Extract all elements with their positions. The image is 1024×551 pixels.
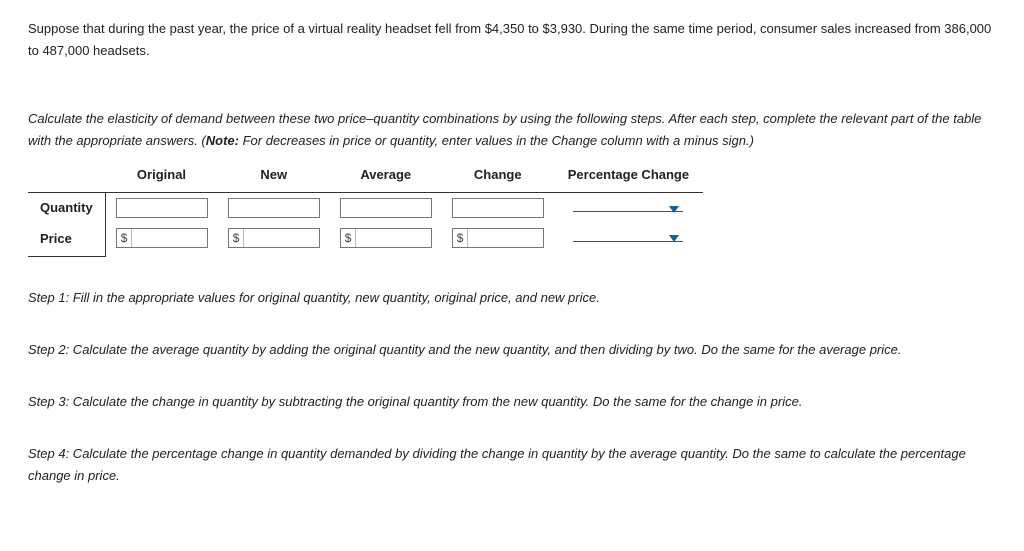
table-header-pct: Percentage Change [554, 160, 703, 193]
table-row-quantity: Quantity [28, 193, 703, 224]
chevron-down-icon [669, 235, 679, 242]
table-header-average: Average [330, 160, 442, 193]
table-header-new: New [218, 160, 330, 193]
quantity-new-input[interactable] [228, 198, 320, 218]
step-1: Step 1: Fill in the appropriate values f… [28, 287, 996, 309]
quantity-pct-dropdown[interactable] [573, 209, 683, 212]
table-header-change: Change [442, 160, 554, 193]
chevron-down-icon [669, 206, 679, 213]
quantity-change-input[interactable] [452, 198, 544, 218]
dollar-prefix: $ [229, 229, 245, 247]
instruction-text-2: For decreases in price or quantity, ente… [239, 133, 754, 148]
dollar-prefix: $ [341, 229, 357, 247]
quantity-average-input[interactable] [340, 198, 432, 218]
note-label: Note: [206, 133, 239, 148]
table-header-blank [28, 160, 105, 193]
dollar-prefix: $ [117, 229, 133, 247]
elasticity-table: Original New Average Change Percentage C… [28, 160, 703, 256]
rowlabel-price: Price [28, 224, 105, 257]
table-header-original: Original [105, 160, 218, 193]
price-change-input[interactable]: $ [452, 228, 544, 248]
dollar-prefix: $ [453, 229, 469, 247]
instruction-paragraph: Calculate the elasticity of demand betwe… [28, 108, 996, 152]
quantity-original-input[interactable] [116, 198, 208, 218]
intro-paragraph: Suppose that during the past year, the p… [28, 18, 996, 62]
step-2: Step 2: Calculate the average quantity b… [28, 339, 996, 361]
table-row-price: Price $ $ $ $ [28, 224, 703, 257]
price-pct-dropdown[interactable] [573, 239, 683, 242]
price-average-input[interactable]: $ [340, 228, 432, 248]
rowlabel-quantity: Quantity [28, 193, 105, 224]
price-new-input[interactable]: $ [228, 228, 320, 248]
step-4: Step 4: Calculate the percentage change … [28, 443, 996, 487]
step-3: Step 3: Calculate the change in quantity… [28, 391, 996, 413]
price-original-input[interactable]: $ [116, 228, 208, 248]
intro-text: Suppose that during the past year, the p… [28, 18, 996, 62]
